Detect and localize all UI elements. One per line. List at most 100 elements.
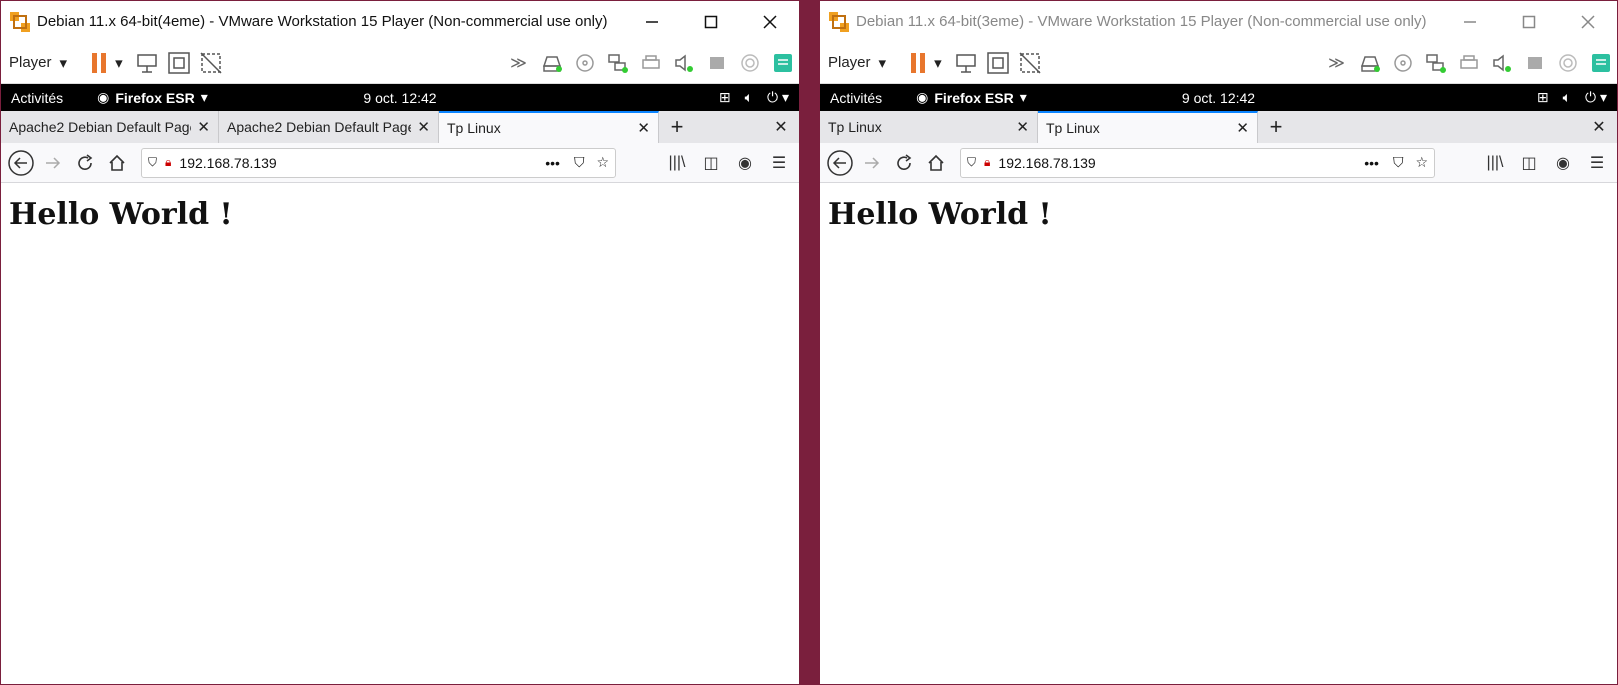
browser-tab[interactable]: Apache2 Debian Default Page: It works ✕	[1, 111, 219, 143]
network-status-icon[interactable]: ⊞	[719, 89, 731, 106]
player-menu-button[interactable]: Player ▾	[9, 54, 67, 72]
library-icon[interactable]: |||\	[1479, 147, 1511, 179]
home-icon[interactable]	[101, 147, 133, 179]
close-icon[interactable]: ✕	[1236, 119, 1249, 137]
close-icon[interactable]: ✕	[197, 118, 210, 136]
app-menu[interactable]: ◉ Firefox ESR ▾	[916, 89, 1027, 106]
notes-icon[interactable]	[1584, 47, 1617, 79]
printer-icon[interactable]	[1452, 47, 1485, 79]
new-tab-button[interactable]: +	[659, 111, 695, 143]
printer-icon[interactable]	[634, 47, 667, 79]
close-icon[interactable]: ✕	[417, 118, 430, 136]
maximize-icon[interactable]	[681, 1, 740, 42]
insecure-lock-icon[interactable]: 🔒︎	[165, 155, 171, 170]
activities-button[interactable]: Activités	[11, 90, 63, 106]
chevron-down-icon: ▾	[1019, 89, 1027, 105]
menu-icon[interactable]: ☰	[1581, 147, 1613, 179]
camera-icon[interactable]	[733, 47, 766, 79]
power-icon[interactable]: ⏻ ▾	[767, 89, 789, 106]
forward-icon[interactable]	[856, 147, 888, 179]
chevron-down-icon: ▾	[878, 54, 887, 72]
account-icon[interactable]: ◉	[729, 147, 761, 179]
insecure-lock-icon[interactable]: 🔒︎	[984, 155, 990, 170]
close-icon[interactable]	[740, 1, 799, 42]
close-window-icon[interactable]: ✕	[763, 111, 799, 143]
pause-icon[interactable]	[902, 47, 934, 79]
network-status-icon[interactable]: ⊞	[1537, 89, 1549, 106]
cdrom-icon[interactable]	[1386, 47, 1419, 79]
close-window-icon[interactable]: ✕	[1581, 111, 1617, 143]
reload-icon[interactable]	[69, 147, 101, 179]
pocket-icon[interactable]: ⛉	[1393, 154, 1404, 171]
sidebar-icon[interactable]: ◫	[695, 147, 727, 179]
pocket-icon[interactable]: ⛉	[574, 154, 585, 171]
volume-icon[interactable]: 🔈︎	[1563, 89, 1571, 106]
back-icon[interactable]	[5, 147, 37, 179]
window-titlebar[interactable]: Debian 11.x 64-bit(3eme) - VMware Workst…	[820, 1, 1617, 42]
power-icon[interactable]: ⏻ ▾	[1585, 89, 1607, 106]
bookmark-star-icon[interactable]: ☆	[596, 154, 609, 171]
url-text[interactable]: 192.168.78.139	[998, 155, 1364, 171]
unity-icon[interactable]	[1014, 47, 1046, 79]
clock[interactable]: 9 oct. 12:42	[363, 90, 436, 106]
vmware-toolbar: Player ▾ ▾ ≫	[820, 42, 1617, 84]
url-text[interactable]: 192.168.78.139	[179, 155, 545, 171]
cdrom-icon[interactable]	[568, 47, 601, 79]
browser-tab[interactable]: Tp Linux ✕	[820, 111, 1038, 143]
sound-icon[interactable]	[1485, 47, 1518, 79]
usb-icon[interactable]	[1518, 47, 1551, 79]
fullscreen-icon[interactable]	[982, 47, 1014, 79]
app-menu-label: Firefox ESR	[934, 89, 1014, 106]
library-icon[interactable]: |||\	[661, 147, 693, 179]
url-bar[interactable]: ⛉ 🔒︎ 192.168.78.139 ••• ⛉ ☆	[141, 147, 616, 178]
notes-icon[interactable]	[766, 47, 799, 79]
fullscreen-icon[interactable]	[163, 47, 195, 79]
reload-icon[interactable]	[888, 147, 920, 179]
shield-icon[interactable]: ⛉	[148, 155, 157, 170]
close-icon[interactable]: ✕	[1016, 118, 1029, 136]
network-icon[interactable]	[601, 47, 634, 79]
browser-tab-active[interactable]: Tp Linux ✕	[1038, 111, 1258, 143]
app-menu[interactable]: ◉ Firefox ESR ▾	[97, 89, 208, 106]
activities-button[interactable]: Activités	[830, 90, 882, 106]
usb-icon[interactable]	[700, 47, 733, 79]
close-icon[interactable]: ✕	[637, 119, 650, 137]
unity-icon[interactable]	[195, 47, 227, 79]
browser-tab[interactable]: Apache2 Debian Default Page: It works ✕	[219, 111, 439, 143]
chevron-down-icon[interactable]: ▾	[934, 54, 942, 72]
player-label: Player	[828, 54, 871, 71]
account-icon[interactable]: ◉	[1547, 147, 1579, 179]
minimize-icon[interactable]	[1440, 1, 1499, 42]
window-titlebar[interactable]: Debian 11.x 64-bit(4eme) - VMware Workst…	[1, 1, 799, 42]
clock[interactable]: 9 oct. 12:42	[1182, 90, 1255, 106]
page-actions-icon[interactable]: •••	[1364, 155, 1379, 171]
send-ctrl-alt-del-icon[interactable]	[950, 47, 982, 79]
chevron-down-icon[interactable]: ▾	[115, 54, 123, 72]
sound-icon[interactable]	[667, 47, 700, 79]
close-icon[interactable]	[1558, 1, 1617, 42]
maximize-icon[interactable]	[1499, 1, 1558, 42]
menu-icon[interactable]: ☰	[763, 147, 795, 179]
sidebar-icon[interactable]: ◫	[1513, 147, 1545, 179]
camera-icon[interactable]	[1551, 47, 1584, 79]
harddisk-icon[interactable]	[1353, 47, 1386, 79]
back-icon[interactable]	[824, 147, 856, 179]
tab-label: Tp Linux	[447, 120, 501, 136]
page-actions-icon[interactable]: •••	[545, 155, 560, 171]
more-devices-icon[interactable]: ≫	[1320, 47, 1353, 79]
forward-icon[interactable]	[37, 147, 69, 179]
player-menu-button[interactable]: Player ▾	[828, 54, 886, 72]
network-icon[interactable]	[1419, 47, 1452, 79]
pause-icon[interactable]	[83, 47, 115, 79]
more-devices-icon[interactable]: ≫	[502, 47, 535, 79]
new-tab-button[interactable]: +	[1258, 111, 1294, 143]
bookmark-star-icon[interactable]: ☆	[1415, 154, 1428, 171]
harddisk-icon[interactable]	[535, 47, 568, 79]
send-ctrl-alt-del-icon[interactable]	[131, 47, 163, 79]
browser-tab-active[interactable]: Tp Linux ✕	[439, 111, 659, 143]
shield-icon[interactable]: ⛉	[967, 155, 976, 170]
volume-icon[interactable]: 🔈︎	[745, 89, 753, 106]
home-icon[interactable]	[920, 147, 952, 179]
minimize-icon[interactable]	[622, 1, 681, 42]
url-bar[interactable]: ⛉ 🔒︎ 192.168.78.139 ••• ⛉ ☆	[960, 147, 1435, 178]
